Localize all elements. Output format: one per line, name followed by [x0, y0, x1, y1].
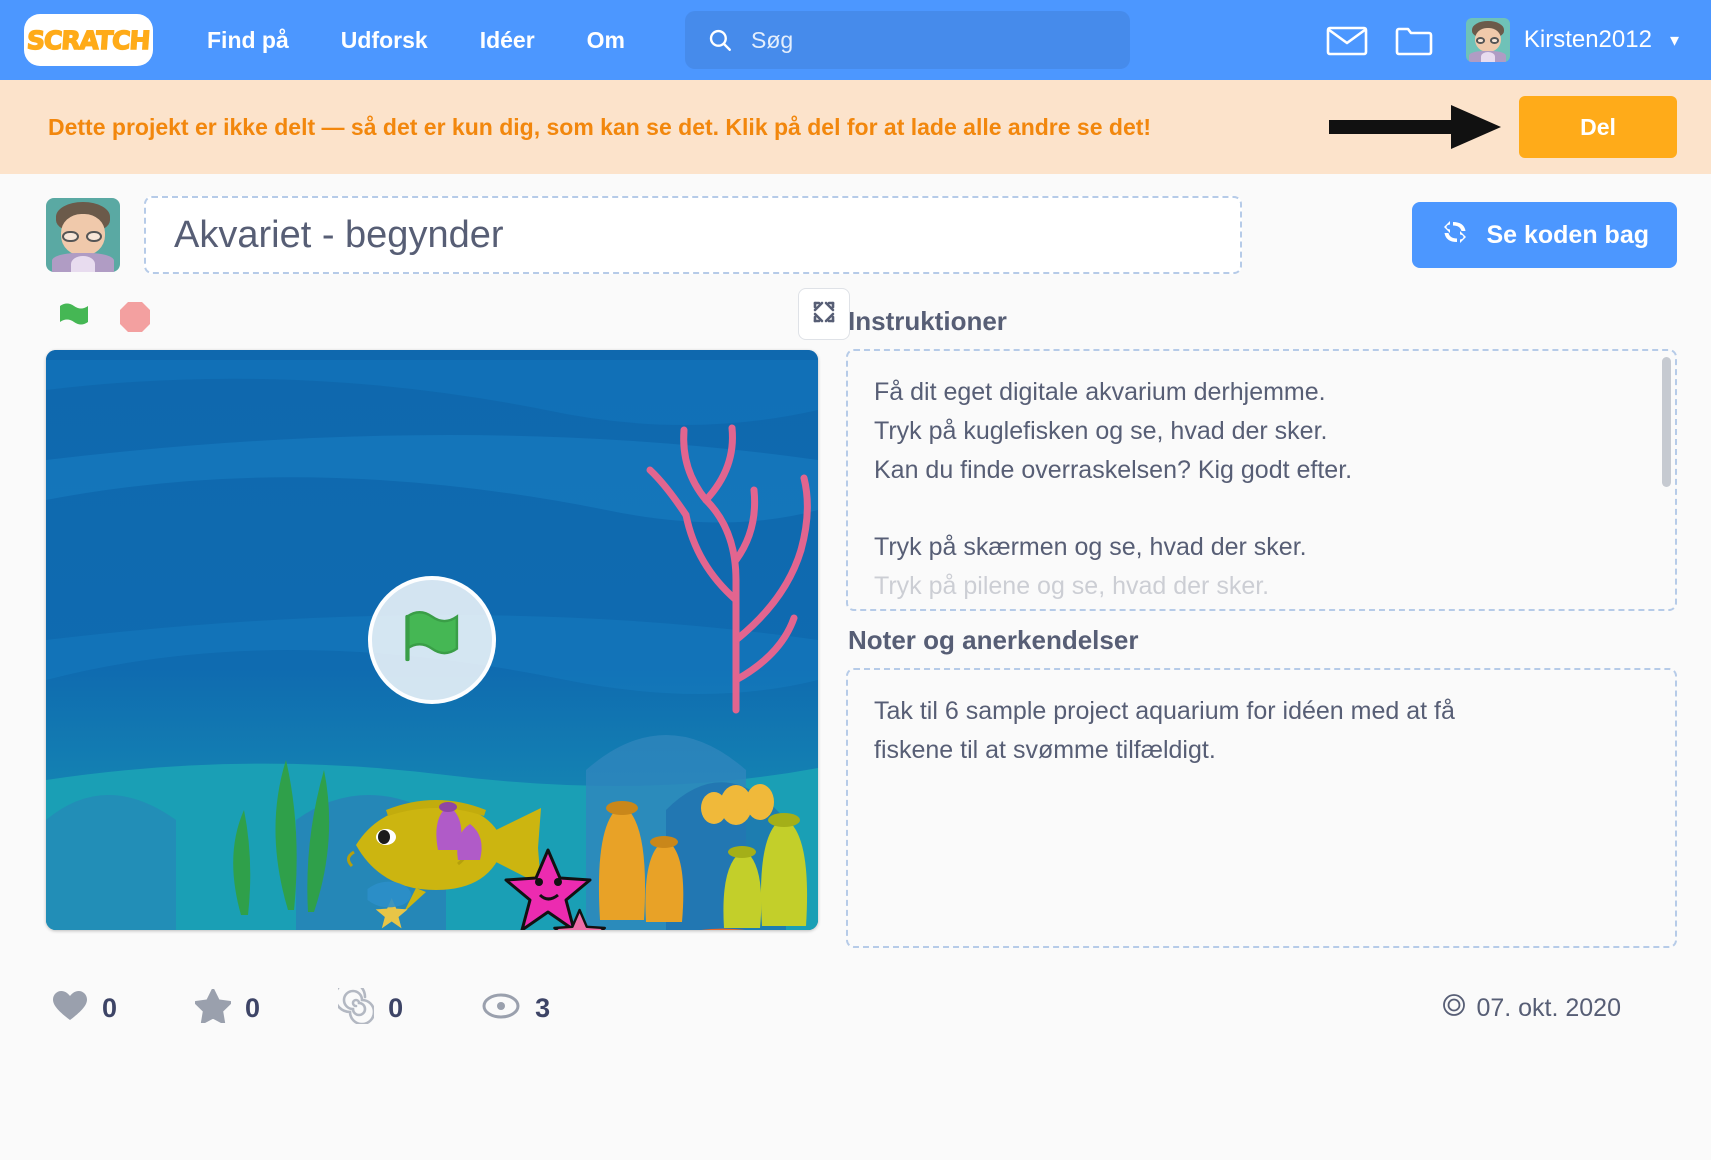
project-body: Instruktioner Få dit eget digitale akvar… [0, 288, 1711, 948]
right-arrow-annotation-icon [1329, 101, 1509, 153]
instructions-line-1: Få dit eget digitale akvarium derhjemme. [874, 378, 1326, 406]
instructions-line-3: Kan du finde overraskelsen? Kig godt eft… [874, 455, 1353, 484]
see-inside-label: Se koden bag [1486, 220, 1649, 249]
avatar [1465, 18, 1510, 62]
username-label: Kirsten2012 [1523, 26, 1652, 53]
instructions-heading: Instruktioner [848, 306, 1007, 336]
envelope-icon[interactable] [1326, 24, 1368, 56]
instructions-line-clipped: Tryk på pilene og se, hvad der sker. [874, 571, 1270, 600]
shared-date-icon [1442, 993, 1466, 1024]
instructions-line-2: Tryk på kuglefisken og se, hvad der sker… [874, 416, 1328, 445]
stat-favorites[interactable]: 0 [194, 988, 261, 1028]
author-avatar[interactable] [46, 198, 120, 272]
banner-actions: Del [1329, 96, 1677, 158]
details-column: Instruktioner Få dit eget digitale akvar… [846, 288, 1677, 948]
stat-remixes-value: 0 [388, 993, 404, 1023]
green-flag-overlay-icon [400, 607, 464, 674]
banner-message: Dette projekt er ikke delt — så det er k… [48, 113, 1152, 140]
fullscreen-icon [811, 299, 837, 330]
notes-textarea[interactable]: Tak til 6 sample project aquarium for id… [846, 668, 1677, 948]
stat-loves[interactable]: 0 [52, 989, 117, 1028]
instructions-line-blank [874, 489, 1649, 528]
share-button[interactable]: Del [1519, 96, 1677, 158]
notes-line-2: fiskene til at svømme tilfældigt. [874, 735, 1216, 764]
stage-wrapper [46, 288, 850, 930]
stage-start-overlay[interactable] [368, 576, 496, 704]
nav-link-ideas[interactable]: Idéer [480, 27, 535, 54]
instructions-scrollbar[interactable] [1662, 357, 1671, 487]
instructions-textarea[interactable]: Få dit eget digitale akvarium derhjemme.… [846, 349, 1677, 611]
green-flag-icon[interactable] [56, 300, 92, 339]
notes-line-1: Tak til 6 sample project aquarium for id… [874, 697, 1455, 725]
fullscreen-button[interactable] [798, 288, 850, 340]
scratch-logo-text: SCRATCH [26, 25, 152, 56]
project-stats-bar: 0 0 0 3 07. okt. 2020 [0, 962, 1711, 1029]
stat-views: 3 [481, 991, 550, 1026]
search-placeholder: Søg [751, 26, 794, 53]
stop-sign-icon[interactable] [118, 300, 152, 339]
stage-column [46, 288, 850, 948]
user-menu[interactable]: Kirsten2012 ▾ [1465, 18, 1679, 62]
nav-link-about[interactable]: Om [587, 27, 625, 54]
scratch-logo[interactable]: SCRATCH [26, 16, 151, 64]
nav-link-explore[interactable]: Udforsk [341, 27, 428, 54]
folder-icon[interactable] [1394, 23, 1434, 57]
stage-control-bar [46, 288, 818, 350]
stat-favorites-value: 0 [245, 993, 261, 1023]
star-icon[interactable] [194, 988, 232, 1028]
project-stage[interactable] [46, 350, 818, 930]
page-title: Akvariet - begynder [174, 213, 504, 256]
stat-loves-value: 0 [102, 993, 118, 1023]
chevron-down-icon: ▾ [1669, 29, 1679, 50]
see-inside-button[interactable]: Se koden bag [1412, 202, 1677, 268]
shared-date: 07. okt. 2020 [1442, 993, 1677, 1024]
eye-icon [481, 991, 521, 1026]
unshared-project-banner: Dette projekt er ikke delt — så det er k… [0, 80, 1711, 174]
project-title-input[interactable]: Akvariet - begynder [144, 196, 1242, 274]
search-icon [707, 27, 733, 53]
search-input[interactable]: Søg [685, 11, 1131, 69]
top-navigation-bar: SCRATCH Find på Udforsk Idéer Om Søg Kir… [0, 0, 1711, 80]
instructions-line-4: Tryk på skærmen og se, hvad der sker. [874, 533, 1307, 561]
notes-heading: Noter og anerkendelser [848, 625, 1139, 655]
see-inside-icon [1440, 218, 1470, 253]
project-title-row: Akvariet - begynder Se koden bag [0, 174, 1711, 288]
nav-right-cluster: Kirsten2012 ▾ [1326, 18, 1685, 62]
heart-icon[interactable] [52, 989, 88, 1028]
remix-icon [333, 980, 376, 1029]
nav-link-find[interactable]: Find på [207, 27, 289, 54]
stat-views-value: 3 [535, 993, 551, 1023]
shared-date-text: 07. okt. 2020 [1476, 994, 1621, 1022]
stat-remixes[interactable]: 0 [333, 980, 404, 1029]
